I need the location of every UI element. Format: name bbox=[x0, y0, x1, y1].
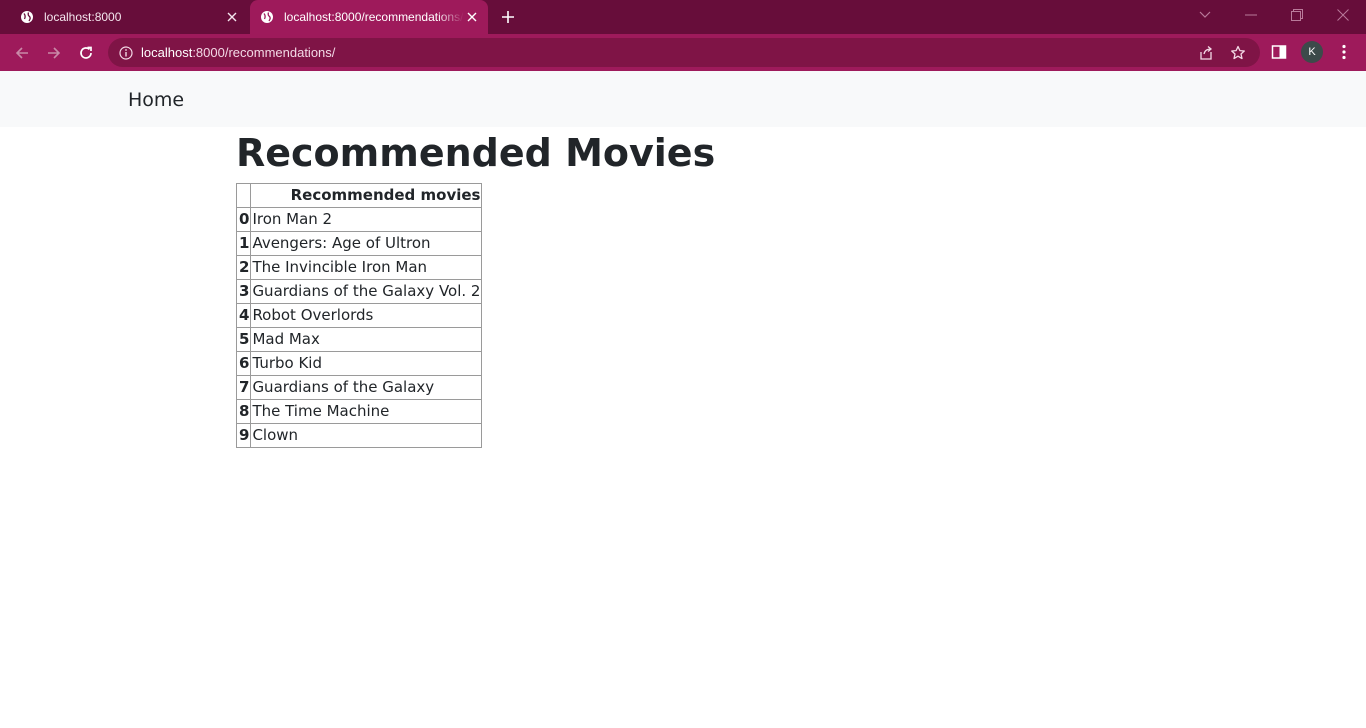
restore-button[interactable] bbox=[1284, 4, 1310, 26]
row-index: 5 bbox=[235, 327, 252, 352]
table-row: 1 Avengers: Age of Ultron bbox=[235, 231, 483, 256]
plus-icon bbox=[502, 11, 514, 23]
movie-title: The Invincible Iron Man bbox=[250, 255, 483, 280]
movie-title: Robot Overlords bbox=[250, 303, 483, 328]
table-row: 4 Robot Overlords bbox=[235, 303, 483, 328]
bookmark-star-icon[interactable] bbox=[1230, 45, 1246, 61]
page-title: Recommended Movies bbox=[236, 131, 716, 175]
tab-recommendations[interactable]: localhost:8000/recommendations/ bbox=[250, 0, 488, 34]
close-tab-icon[interactable] bbox=[464, 9, 480, 25]
movie-title: Guardians of the Galaxy Vol. 2 bbox=[250, 279, 483, 304]
row-index: 6 bbox=[235, 351, 252, 376]
index-header bbox=[235, 183, 252, 208]
table-row: 2 The Invincible Iron Man bbox=[235, 255, 483, 280]
url-text: localhost:8000/recommendations/ bbox=[141, 45, 335, 60]
movie-title: Iron Man 2 bbox=[250, 207, 483, 232]
movie-title: Guardians of the Galaxy bbox=[250, 375, 483, 400]
table-row: 0 Iron Man 2 bbox=[235, 207, 483, 232]
table-row: 3 Guardians of the Galaxy Vol. 2 bbox=[235, 279, 483, 304]
minimize-button[interactable] bbox=[1238, 4, 1264, 26]
tab-home[interactable]: localhost:8000 bbox=[0, 0, 248, 34]
back-arrow-icon bbox=[15, 47, 28, 59]
row-index: 0 bbox=[235, 207, 252, 232]
share-icon[interactable] bbox=[1198, 45, 1214, 61]
table-row: 8 The Time Machine bbox=[235, 399, 483, 424]
info-icon[interactable] bbox=[119, 45, 133, 60]
table-row: 6 Turbo Kid bbox=[235, 351, 483, 376]
browser-toolbar: localhost:8000/recommendations/ K bbox=[0, 34, 1366, 71]
movie-title: Avengers: Age of Ultron bbox=[250, 231, 483, 256]
row-index: 3 bbox=[235, 279, 252, 304]
site-navbar: Home bbox=[0, 71, 1366, 127]
tab-title: localhost:8000 bbox=[44, 10, 122, 24]
restore-icon bbox=[1291, 9, 1303, 21]
row-index: 8 bbox=[235, 399, 252, 424]
table-header-row: Recommended movies bbox=[235, 183, 483, 208]
reload-button[interactable] bbox=[74, 41, 98, 65]
url-host: localhost bbox=[141, 45, 193, 60]
new-tab-button[interactable] bbox=[498, 7, 518, 27]
minimize-icon bbox=[1245, 14, 1257, 16]
recommendations-table: Recommended movies 0 Iron Man 2 1 Avenge… bbox=[235, 183, 483, 448]
row-index: 1 bbox=[235, 231, 252, 256]
side-panel-icon[interactable] bbox=[1269, 42, 1289, 62]
chevron-down-icon bbox=[1199, 11, 1211, 18]
url-path: :8000/recommendations/ bbox=[192, 45, 336, 60]
address-bar[interactable]: localhost:8000/recommendations/ bbox=[108, 38, 1260, 67]
column-header: Recommended movies bbox=[250, 183, 483, 208]
forward-button[interactable] bbox=[42, 41, 66, 65]
movie-title: Clown bbox=[250, 423, 483, 448]
table-row: 7 Guardians of the Galaxy bbox=[235, 375, 483, 400]
close-icon bbox=[1337, 9, 1349, 21]
row-index: 2 bbox=[235, 255, 252, 280]
globe-icon bbox=[260, 10, 274, 24]
close-window-button[interactable] bbox=[1330, 4, 1356, 26]
movie-title: Turbo Kid bbox=[250, 351, 483, 376]
globe-icon bbox=[20, 10, 34, 24]
table-row: 9 Clown bbox=[235, 423, 483, 448]
table-row: 5 Mad Max bbox=[235, 327, 483, 352]
back-button[interactable] bbox=[10, 41, 34, 65]
row-index: 4 bbox=[235, 303, 252, 328]
tab-search-button[interactable] bbox=[1192, 4, 1218, 26]
tab-title: localhost:8000/recommendations/ bbox=[284, 10, 464, 24]
forward-arrow-icon bbox=[48, 47, 61, 59]
row-index: 9 bbox=[235, 423, 252, 448]
close-tab-icon[interactable] bbox=[224, 9, 240, 25]
avatar[interactable]: K bbox=[1301, 41, 1323, 63]
movie-title: Mad Max bbox=[250, 327, 483, 352]
kebab-menu-icon[interactable] bbox=[1334, 42, 1354, 62]
tab-strip: localhost:8000 localhost:8000/recommenda… bbox=[0, 0, 1366, 34]
row-index: 7 bbox=[235, 375, 252, 400]
reload-icon bbox=[80, 46, 92, 59]
movie-title: The Time Machine bbox=[250, 399, 483, 424]
home-link[interactable]: Home bbox=[128, 88, 184, 112]
